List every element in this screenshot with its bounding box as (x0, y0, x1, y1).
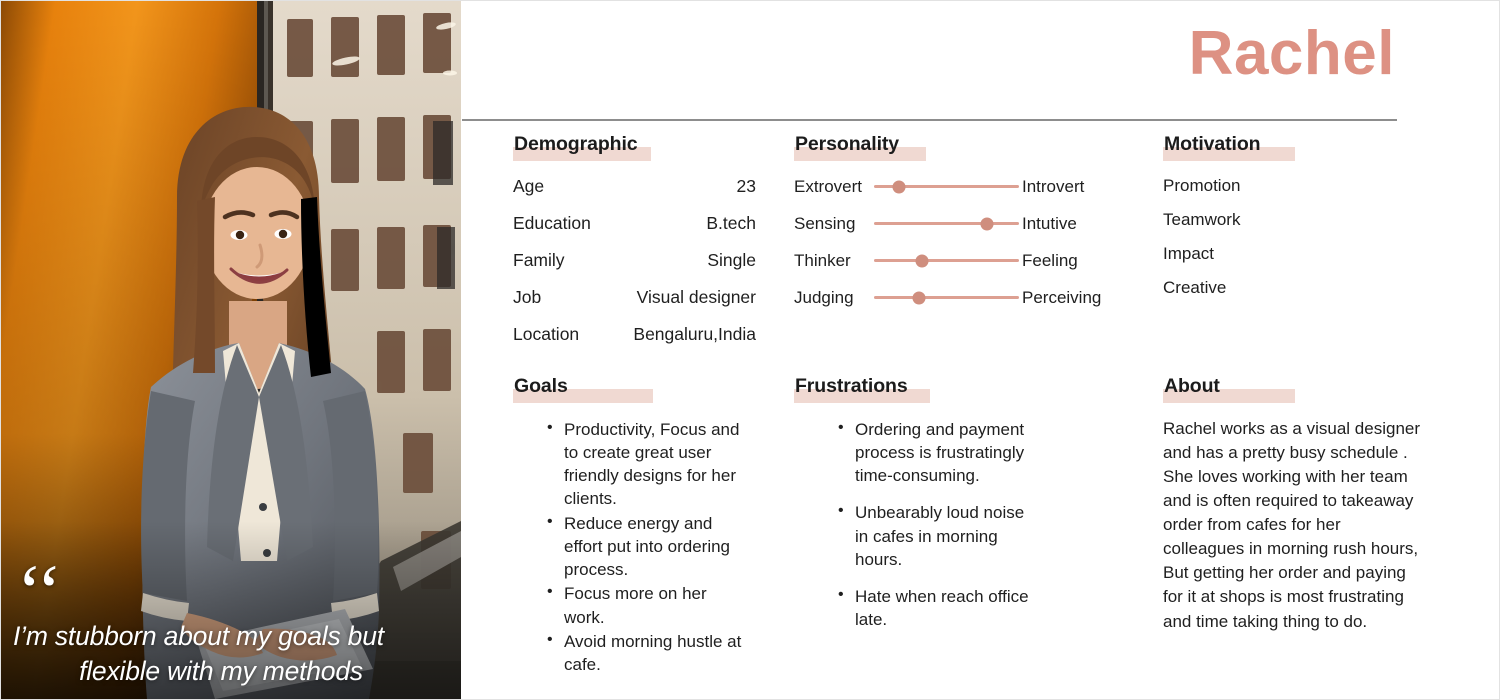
demographic-key: Job (513, 286, 542, 307)
personality-slider: Thinker Feeling (794, 251, 1109, 271)
list-item: Focus more on her work. (547, 581, 743, 629)
slider-handle[interactable] (892, 180, 906, 193)
list-item: Productivity, Focus and to create great … (547, 416, 743, 511)
sections-row-top: Demographic Age 23 Education B.tech Fami… (461, 134, 1500, 377)
personality-slider: Judging Perceiving (794, 288, 1109, 308)
persona-details-panel: Rachel Demographic Age 23 Education B.te… (461, 1, 1499, 699)
slider-right-label: Feeling (1022, 250, 1078, 270)
section-demographic: Demographic Age 23 Education B.tech Fami… (461, 134, 791, 377)
persona-card: ‘‘ I’m stubborn about my goals but flexi… (0, 0, 1500, 700)
slider-right-label: Introvert (1022, 176, 1085, 196)
motivation-bar-track (1253, 284, 1391, 292)
demographic-key: Age (513, 175, 545, 196)
slider-right-label: Intutive (1022, 213, 1077, 233)
slider-left-label: Judging (794, 287, 854, 307)
motivation-label: Teamwork (1163, 209, 1241, 229)
demographic-key: Family (513, 249, 565, 270)
sections-row-bottom: Goals Productivity, Focus and to create … (461, 376, 1500, 678)
list-item: Avoid morning hustle at cafe. (547, 629, 743, 677)
motivation-bar-track (1253, 250, 1391, 258)
demographic-value: B.tech (706, 212, 756, 233)
about-paragraph: Rachel works as a visual designer and ha… (1163, 418, 1421, 631)
sections-grid: Demographic Age 23 Education B.tech Fami… (461, 134, 1500, 678)
motivation-bar-track (1253, 216, 1391, 224)
section-personality: Personality Extrovert Introvert Sensing (791, 134, 1151, 377)
table-row: Location Bengaluru,India (513, 324, 756, 345)
frustrations-list: Ordering and payment process is frustrat… (794, 417, 1151, 632)
motivation-heading: Motivation (1163, 134, 1295, 161)
demographic-value: Visual designer (636, 286, 756, 307)
slider-track[interactable] (874, 217, 1019, 230)
persona-photo: ‘‘ I’m stubborn about my goals but flexi… (1, 1, 461, 699)
about-heading: About (1163, 376, 1295, 403)
slider-left-label: Sensing (794, 213, 856, 233)
page-title: Rachel (1188, 19, 1395, 88)
section-frustrations: Frustrations Ordering and payment proces… (791, 376, 1151, 678)
slider-left-label: Thinker (794, 250, 851, 270)
motivation-label: Promotion (1163, 175, 1241, 195)
motivation-bar-track (1253, 182, 1391, 190)
slider-track[interactable] (874, 291, 1019, 304)
table-row: Job Visual designer (513, 287, 756, 308)
personality-slider: Sensing Intutive (794, 214, 1109, 234)
goals-list: Productivity, Focus and to create great … (513, 416, 791, 677)
demographic-key: Education (513, 212, 591, 233)
goals-heading: Goals (513, 376, 653, 403)
slider-track[interactable] (874, 254, 1019, 267)
demographic-value: Single (707, 249, 756, 270)
demographic-value: 23 (736, 175, 756, 196)
slider-left-label: Extrovert (794, 176, 863, 196)
frustrations-heading: Frustrations (794, 376, 930, 403)
table-row: Education B.tech (513, 213, 756, 234)
slider-track[interactable] (874, 180, 1019, 193)
motivation-bar-row: Impact (1163, 243, 1391, 263)
list-item: Unbearably loud noise in cafes in mornin… (838, 500, 1034, 571)
slider-right-label: Perceiving (1022, 287, 1102, 307)
header-divider (462, 119, 1397, 121)
motivation-label: Impact (1163, 243, 1215, 263)
motivation-bar-row: Teamwork (1163, 209, 1391, 229)
motivation-bar-row: Promotion (1163, 175, 1391, 195)
personality-sliders: Extrovert Introvert Sensing Intutive Thi… (794, 177, 1109, 308)
motivation-label: Creative (1163, 277, 1227, 297)
list-item: Hate when reach office late. (838, 584, 1034, 632)
slider-handle[interactable] (980, 217, 994, 230)
personality-slider: Extrovert Introvert (794, 177, 1109, 197)
demographic-value: Bengaluru,India (633, 323, 756, 344)
list-item: Reduce energy and effort put into orderi… (547, 511, 743, 582)
list-item: Ordering and payment process is frustrat… (838, 417, 1034, 488)
table-row: Age 23 (513, 176, 756, 197)
personality-heading: Personality (794, 134, 926, 161)
demographic-table: Age 23 Education B.tech Family Single Jo… (513, 176, 756, 345)
slider-handle[interactable] (915, 254, 929, 267)
demographic-heading: Demographic (513, 134, 651, 161)
motivation-bar-row: Creative (1163, 277, 1391, 297)
table-row: Family Single (513, 250, 756, 271)
demographic-key: Location (513, 323, 580, 344)
section-about: About Rachel works as a visual designer … (1151, 376, 1481, 678)
section-motivation: Motivation Promotion Teamwork Impact Cre… (1151, 134, 1481, 377)
slider-handle[interactable] (912, 291, 926, 304)
motivation-bars: Promotion Teamwork Impact Creative (1163, 175, 1391, 297)
portrait-illustration (1, 1, 461, 699)
section-goals: Goals Productivity, Focus and to create … (461, 376, 791, 678)
